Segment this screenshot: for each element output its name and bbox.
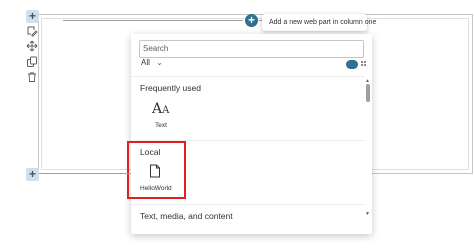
scrollbar-thumb[interactable] [366, 84, 370, 102]
view-toggle[interactable] [346, 60, 358, 69]
add-webpart-tooltip: Add a new web part in column one [262, 14, 376, 31]
text-icon[interactable]: AA [152, 101, 169, 117]
insert-line-left [63, 20, 243, 21]
scroll-down-icon[interactable]: ▼ [365, 211, 370, 217]
highlight-box [127, 141, 186, 199]
search-input[interactable]: Search [139, 40, 364, 58]
divider [131, 204, 364, 205]
add-webpart-button[interactable]: + [245, 14, 258, 27]
duplicate-icon[interactable] [26, 56, 38, 68]
divider [131, 76, 364, 77]
filter-dropdown[interactable]: All ⌄ [141, 58, 163, 67]
section-title-frequently-used: Frequently used [140, 83, 201, 93]
section-title-text-media: Text, media, and content [140, 211, 233, 221]
tile-label-text[interactable]: Text [155, 122, 167, 129]
webpart-picker-panel: Search All ⌄ Frequently used AA Text Loc… [131, 34, 372, 234]
grid-view-icon[interactable] [361, 61, 366, 68]
add-section-bottom-button[interactable]: + [26, 168, 39, 181]
filter-label: All [141, 58, 150, 67]
add-section-top-button[interactable]: + [26, 10, 39, 23]
move-icon[interactable] [26, 40, 38, 52]
scroll-up-icon[interactable]: ▲ [365, 78, 370, 84]
chevron-down-icon: ⌄ [156, 58, 163, 67]
edit-icon[interactable] [26, 25, 38, 37]
insert-line-bottom [38, 173, 130, 174]
delete-icon[interactable] [26, 71, 38, 83]
